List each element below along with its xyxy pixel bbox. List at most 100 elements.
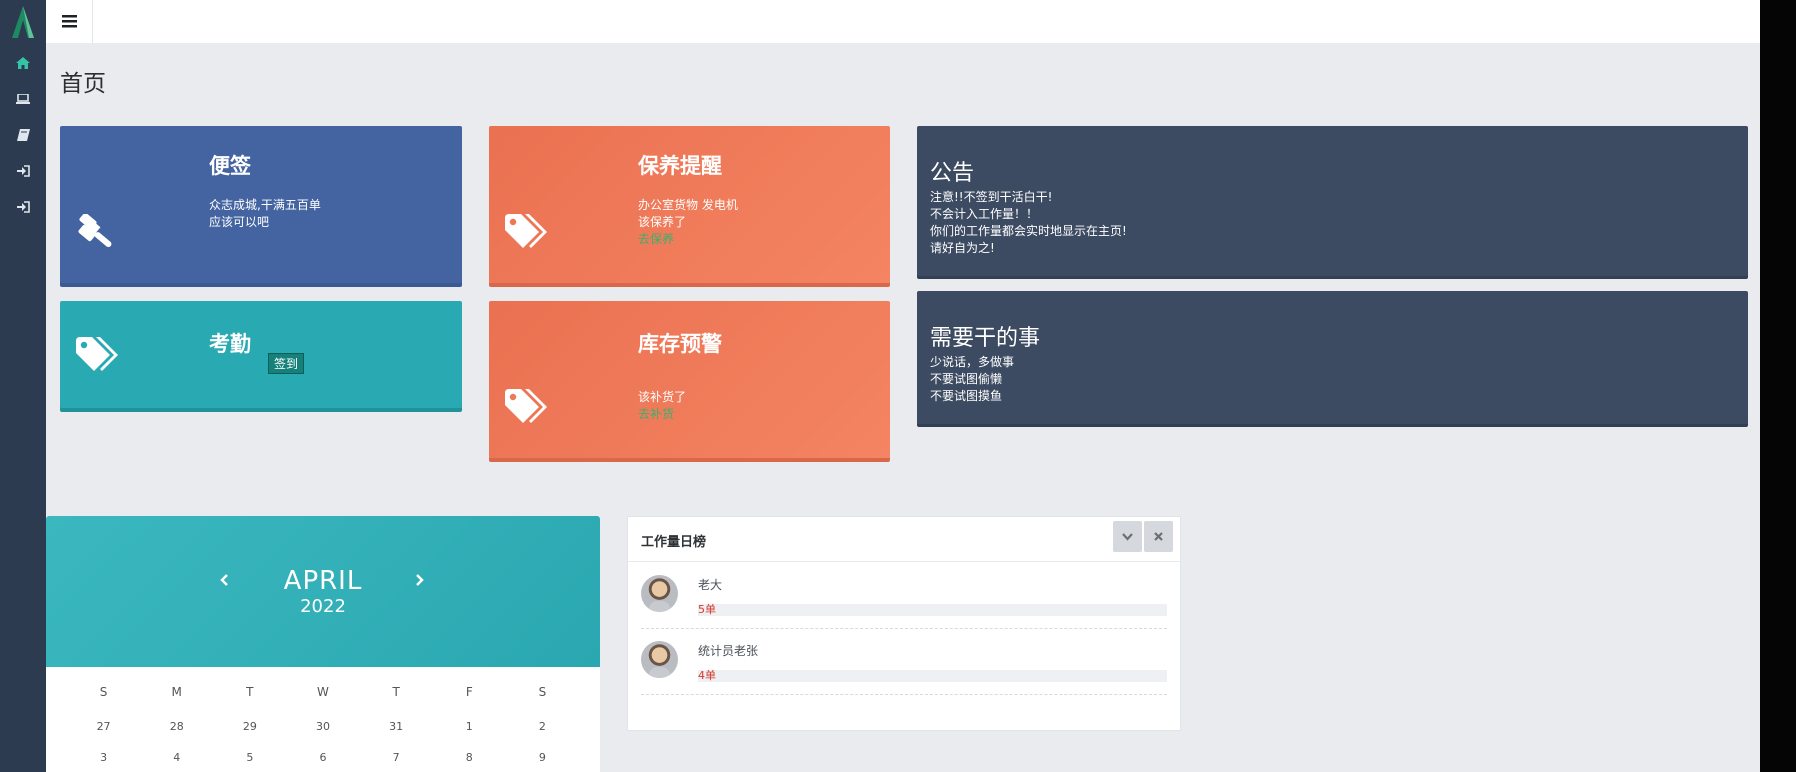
inventory-card: 库存预警 该补货了 去补货 bbox=[489, 301, 890, 458]
hamburger-icon bbox=[61, 15, 77, 28]
ranking-name: 统计员老张 bbox=[698, 644, 759, 658]
calendar-next-button[interactable] bbox=[416, 571, 424, 590]
laptop-icon bbox=[16, 93, 30, 104]
calendar-day[interactable]: 4 bbox=[140, 751, 213, 764]
collapse-button[interactable] bbox=[1113, 521, 1142, 552]
chevron-down-icon bbox=[1122, 532, 1133, 541]
calendar-day[interactable]: 27 bbox=[67, 720, 140, 733]
ranking-name: 老大 bbox=[698, 578, 723, 592]
sidebar-item-devices[interactable] bbox=[0, 81, 46, 117]
ranking-bar bbox=[698, 604, 1167, 616]
calendar-weekday-row: S M T W T F S bbox=[67, 685, 579, 699]
calendar-year: 2022 bbox=[300, 596, 346, 617]
notes-card: 便签 众志成城,干满五百单 应该可以吧 bbox=[60, 126, 462, 283]
close-button[interactable] bbox=[1144, 521, 1173, 552]
calendar-day[interactable]: 30 bbox=[286, 720, 359, 733]
close-icon bbox=[1154, 532, 1163, 541]
weekday-label: S bbox=[99, 685, 108, 699]
inventory-title: 库存预警 bbox=[638, 332, 722, 356]
notice-line: 不会计入工作量！！ bbox=[930, 207, 1039, 221]
go-maintain-link[interactable]: 去保养 bbox=[638, 231, 738, 248]
weekday-label: S bbox=[538, 685, 547, 699]
tags-icon bbox=[505, 214, 547, 248]
ranking-row: 统计员老张 4单 bbox=[641, 628, 1167, 695]
calendar-day[interactable]: 31 bbox=[360, 720, 433, 733]
ranking-count: 4单 bbox=[698, 669, 716, 682]
attendance-card: 考勤 签到 bbox=[60, 301, 462, 408]
sidebar-item-home[interactable] bbox=[0, 45, 46, 81]
maintenance-line: 该保养了 bbox=[638, 215, 687, 229]
calendar-widget: APRIL 2022 S M T W T F S 27 28 29 30 31 … bbox=[46, 516, 600, 772]
calendar-month: APRIL bbox=[283, 566, 363, 596]
calendar-day[interactable]: 1 bbox=[433, 720, 506, 733]
sidebar-item-login[interactable] bbox=[0, 153, 46, 189]
todo-line: 少说话，多做事 bbox=[930, 355, 1015, 369]
calendar-day[interactable]: 8 bbox=[433, 751, 506, 764]
todo-line: 不要试图摸鱼 bbox=[930, 389, 1003, 403]
calendar-day[interactable]: 28 bbox=[140, 720, 213, 733]
calendar-day[interactable]: 2 bbox=[506, 720, 579, 733]
app-logo[interactable] bbox=[0, 0, 46, 43]
weekday-label: T bbox=[246, 685, 254, 699]
panel-header: 工作量日榜 bbox=[628, 517, 1180, 562]
notice-line: 注意!!不签到干活白干! bbox=[930, 190, 1053, 204]
calendar-day[interactable]: 6 bbox=[286, 751, 359, 764]
notes-text: 众志成城,干满五百单 应该可以吧 bbox=[209, 197, 321, 231]
avatar bbox=[641, 575, 678, 612]
avatar bbox=[641, 641, 678, 678]
check-in-button[interactable]: 签到 bbox=[268, 353, 305, 374]
chevron-right-icon bbox=[416, 574, 424, 586]
home-icon bbox=[16, 57, 30, 69]
notice-line: 请好自为之! bbox=[930, 241, 995, 255]
tags-icon bbox=[76, 337, 118, 371]
calendar-day[interactable]: 7 bbox=[360, 751, 433, 764]
maintenance-card: 保养提醒 办公室货物 发电机 该保养了 去保养 bbox=[489, 126, 890, 283]
inventory-text: 该补货了 去补货 bbox=[638, 389, 686, 423]
calendar-week-row: 3 4 5 6 7 8 9 bbox=[67, 751, 579, 764]
calendar-day[interactable]: 3 bbox=[67, 751, 140, 764]
window-edge bbox=[1760, 0, 1796, 772]
maintenance-title: 保养提醒 bbox=[638, 154, 722, 178]
ranking-row: 老大 5单 bbox=[641, 562, 1167, 629]
book-icon bbox=[16, 129, 30, 141]
notes-title: 便签 bbox=[209, 154, 251, 178]
notice-text: 注意!!不签到干活白干! 不会计入工作量！！ 你们的工作量都会实时地显示在主页!… bbox=[930, 189, 1127, 257]
weekday-label: M bbox=[171, 685, 182, 699]
calendar-day[interactable]: 29 bbox=[213, 720, 286, 733]
go-restock-link[interactable]: 去补货 bbox=[638, 406, 686, 423]
calendar-week-row: 27 28 29 30 31 1 2 bbox=[67, 720, 579, 733]
calendar-header: APRIL 2022 bbox=[46, 516, 600, 667]
inventory-line: 该补货了 bbox=[638, 390, 687, 404]
weekday-label: T bbox=[392, 685, 400, 699]
page-title: 首页 bbox=[60, 71, 106, 97]
ranking-count: 5单 bbox=[698, 603, 716, 616]
notice-line: 你们的工作量都会实时地显示在主页! bbox=[930, 224, 1127, 238]
sidebar bbox=[0, 0, 46, 772]
maintenance-line: 办公室货物 发电机 bbox=[638, 198, 738, 212]
tags-icon bbox=[505, 389, 547, 423]
top-navbar bbox=[46, 0, 1760, 43]
panel-title: 工作量日榜 bbox=[641, 535, 707, 550]
notice-card: 公告 注意!!不签到干活白干! 不会计入工作量！！ 你们的工作量都会实时地显示在… bbox=[917, 126, 1748, 276]
sidebar-item-login-2[interactable] bbox=[0, 189, 46, 225]
ranking-bar bbox=[698, 670, 1167, 682]
notes-line: 应该可以吧 bbox=[209, 215, 270, 229]
todo-title: 需要干的事 bbox=[930, 326, 1041, 351]
weekday-label: F bbox=[465, 685, 473, 699]
sign-in-icon bbox=[16, 201, 30, 213]
todo-card: 需要干的事 少说话，多做事 不要试图偷懒 不要试图摸鱼 bbox=[917, 291, 1748, 424]
notes-line: 众志成城,干满五百单 bbox=[209, 198, 321, 212]
maintenance-text: 办公室货物 发电机 该保养了 去保养 bbox=[638, 197, 738, 248]
attendance-title: 考勤 bbox=[209, 332, 251, 356]
calendar-day[interactable]: 9 bbox=[506, 751, 579, 764]
weekday-label: W bbox=[317, 685, 329, 699]
gavel-icon bbox=[78, 214, 112, 248]
todo-text: 少说话，多做事 不要试图偷懒 不要试图摸鱼 bbox=[930, 354, 1014, 405]
daily-ranking-panel: 工作量日榜 老大 5单 统计员老张 4单 bbox=[627, 516, 1181, 731]
calendar-day[interactable]: 5 bbox=[213, 751, 286, 764]
sign-in-icon bbox=[16, 165, 30, 177]
todo-line: 不要试图偷懒 bbox=[930, 372, 1003, 386]
logo-icon bbox=[12, 5, 34, 38]
sidebar-item-docs[interactable] bbox=[0, 117, 46, 153]
menu-toggle-button[interactable] bbox=[46, 0, 93, 43]
